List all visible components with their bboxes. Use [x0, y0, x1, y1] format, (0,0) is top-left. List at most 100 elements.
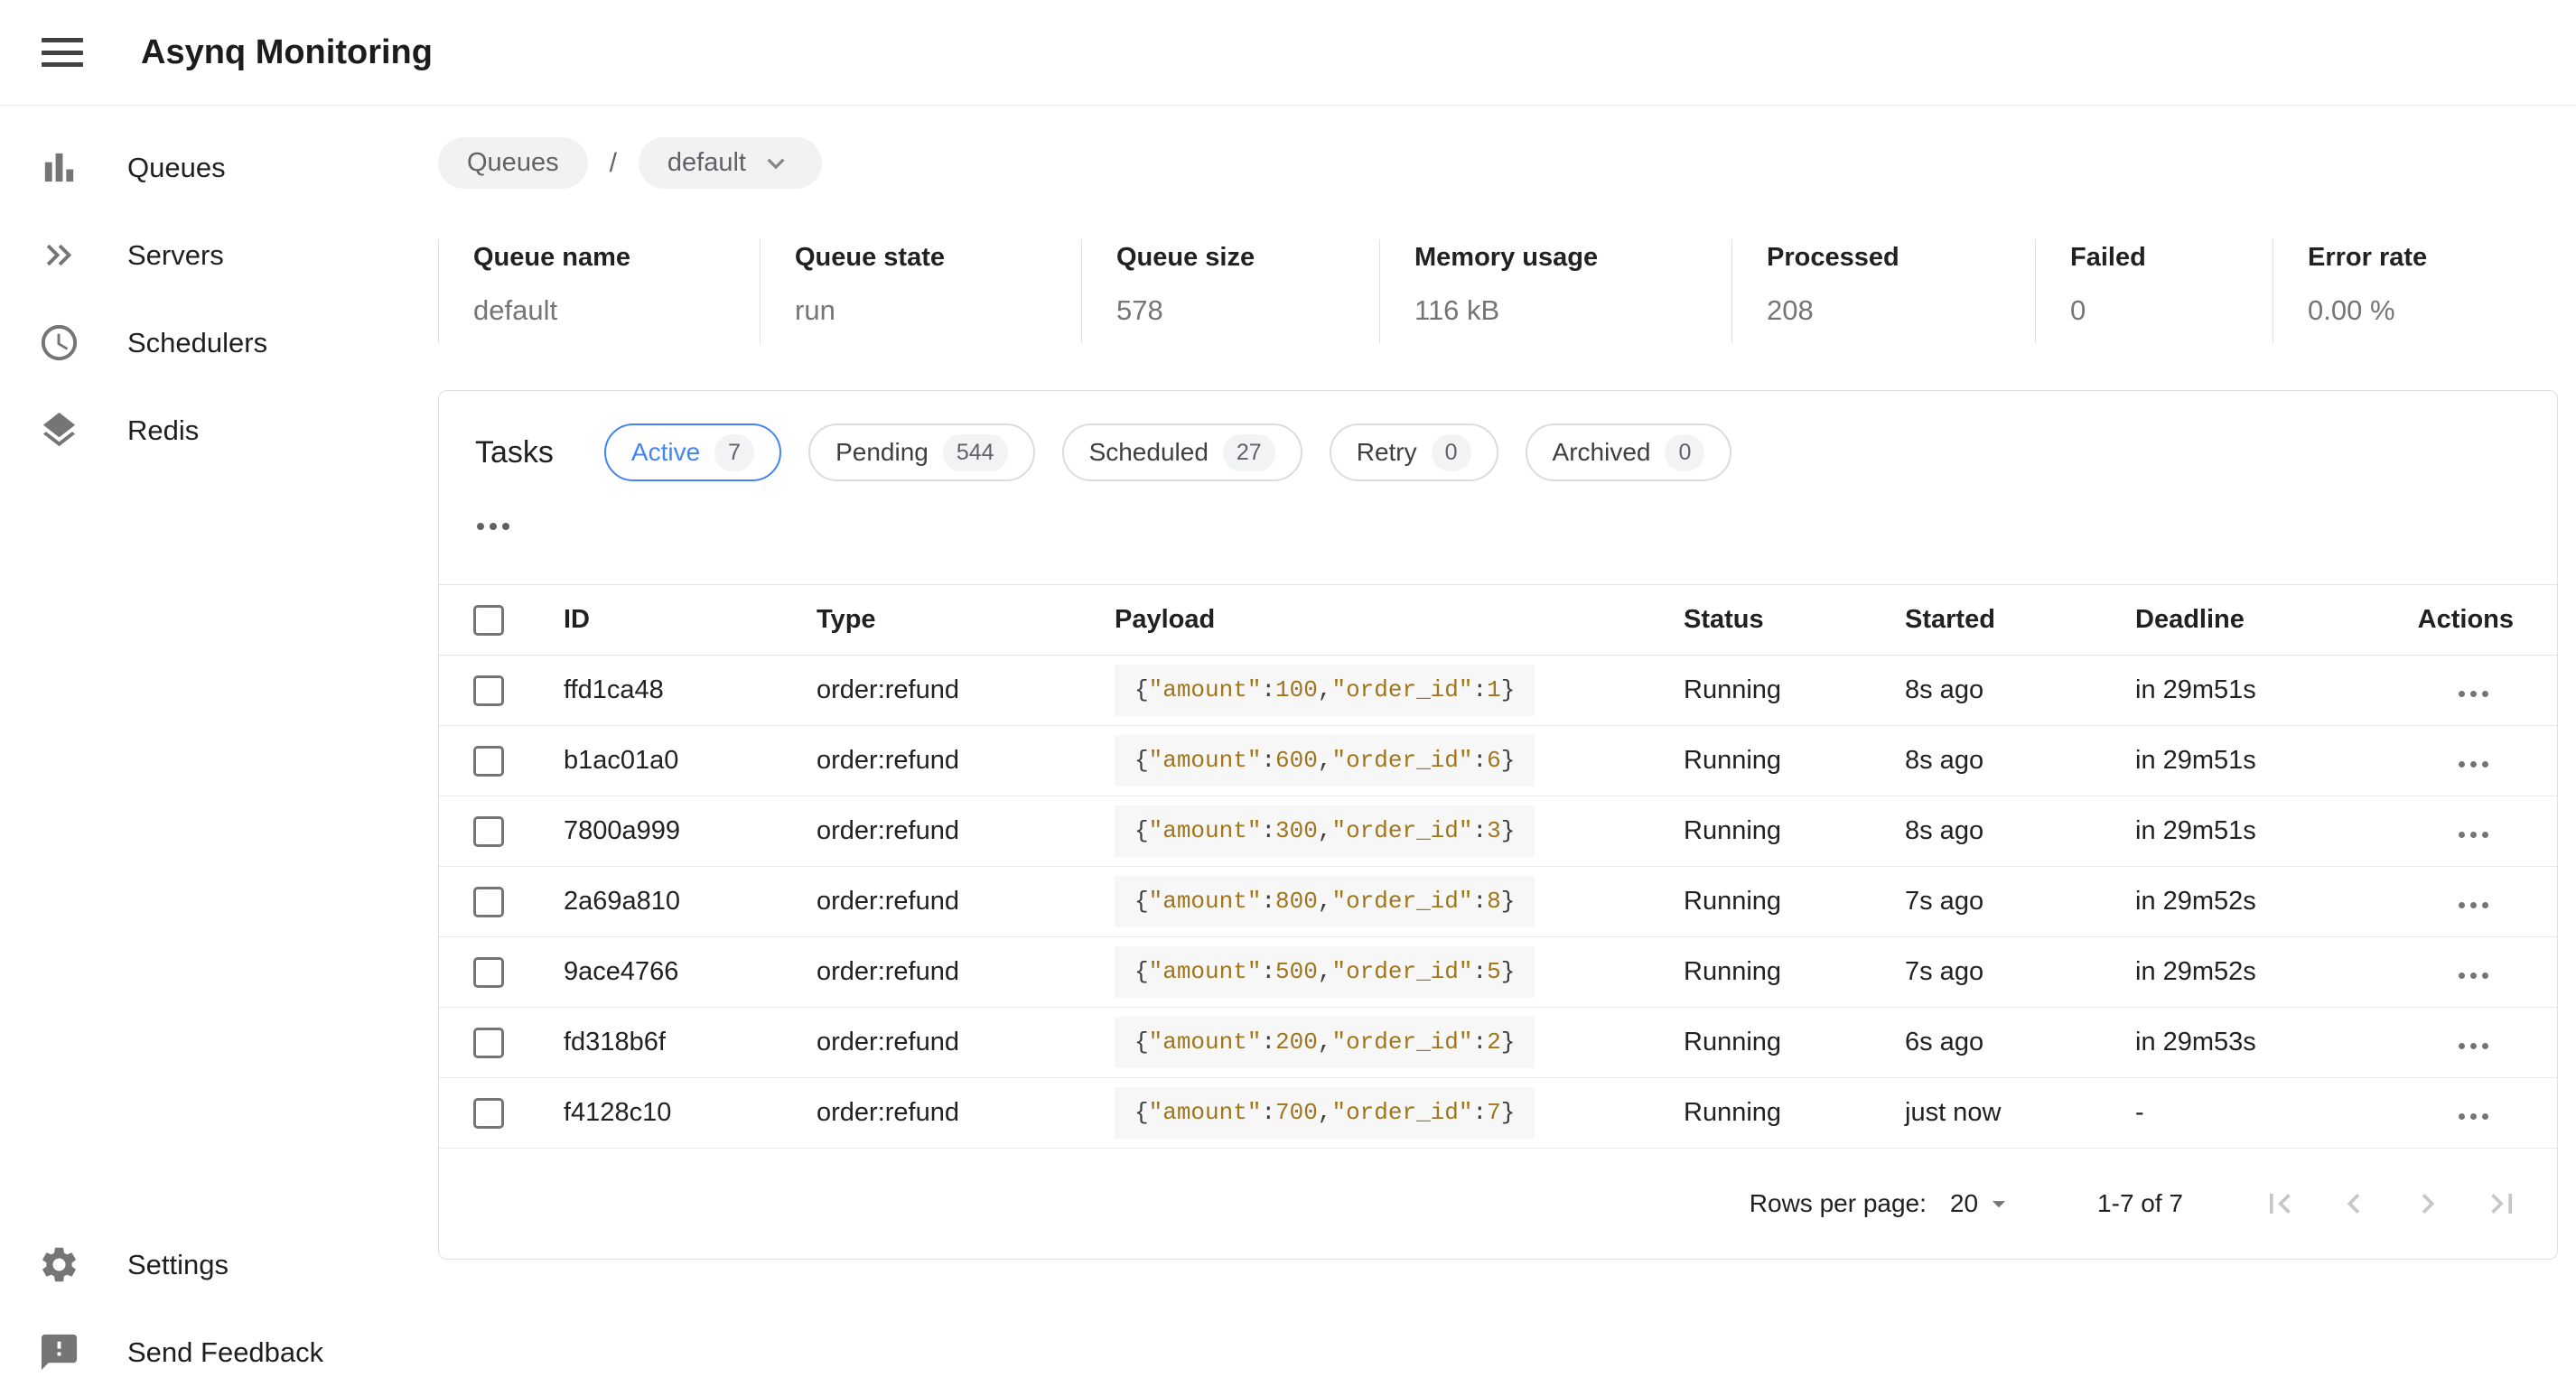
stat-failed: Failed 0	[2035, 239, 2273, 343]
tab-label: Archived	[1553, 438, 1651, 467]
stat-queue-size: Queue size 578	[1081, 239, 1379, 343]
sidebar: Queues Servers Schedulers Redis Settings…	[0, 106, 436, 1389]
row-actions-ellipsis-icon[interactable]	[2455, 1104, 2492, 1129]
row-checkbox[interactable]	[473, 957, 504, 988]
task-id: b1ac01a0	[564, 726, 817, 796]
stat-value: default	[473, 294, 742, 327]
queue-stats-bar: Queue name default Queue state run Queue…	[438, 239, 2559, 343]
tab-retry[interactable]: Retry 0	[1330, 423, 1498, 481]
task-state-tabs: Active 7 Pending 544 Scheduled 27 Retry …	[604, 423, 1731, 481]
rows-per-page-select[interactable]: 20	[1950, 1188, 2014, 1219]
stat-processed: Processed 208	[1731, 239, 2035, 343]
task-payload: {"amount":700,"order_id":7}	[1115, 1087, 1535, 1140]
chevron-down-icon	[759, 146, 793, 181]
tasks-table: ID Type Payload Status Started Deadline …	[439, 584, 2557, 1149]
task-status: Running	[1684, 1078, 1905, 1149]
row-checkbox[interactable]	[473, 1028, 504, 1058]
tab-scheduled[interactable]: Scheduled 27	[1062, 423, 1302, 481]
sidebar-item-servers[interactable]: Servers	[0, 211, 436, 299]
row-actions-ellipsis-icon[interactable]	[2455, 1034, 2492, 1058]
dropdown-arrow-icon	[1983, 1188, 2014, 1219]
tab-archived[interactable]: Archived 0	[1526, 423, 1732, 481]
table-row: fd318b6f order:refund {"amount":200,"ord…	[439, 1008, 2557, 1078]
task-deadline: in 29m53s	[2135, 1008, 2388, 1078]
row-actions-ellipsis-icon[interactable]	[2455, 893, 2492, 917]
sidebar-item-send-feedback[interactable]: Send Feedback	[0, 1308, 436, 1396]
sidebar-item-settings[interactable]: Settings	[0, 1221, 436, 1308]
select-all-checkbox[interactable]	[473, 605, 504, 636]
stat-label: Processed	[1767, 243, 2017, 273]
sidebar-item-label: Redis	[127, 414, 199, 447]
pagination-range: 1-7 of 7	[2097, 1189, 2183, 1218]
row-actions-ellipsis-icon[interactable]	[2455, 752, 2492, 777]
tasks-card: Tasks Active 7 Pending 544 Scheduled 27 …	[438, 390, 2558, 1260]
task-payload: {"amount":500,"order_id":5}	[1115, 946, 1535, 999]
row-actions-ellipsis-icon[interactable]	[2455, 963, 2492, 988]
row-checkbox[interactable]	[473, 675, 504, 706]
breadcrumb-queues-chip[interactable]: Queues	[438, 137, 588, 189]
sidebar-item-queues[interactable]: Queues	[0, 124, 436, 211]
table-row: f4128c10 order:refund {"amount":700,"ord…	[439, 1078, 2557, 1149]
first-page-icon[interactable]	[2243, 1177, 2317, 1231]
task-started: 7s ago	[1905, 937, 2135, 1008]
tab-count-badge: 0	[1665, 434, 1704, 471]
stat-queue-state: Queue state run	[760, 239, 1081, 343]
task-type: order:refund	[817, 1008, 1115, 1078]
table-row: 2a69a810 order:refund {"amount":800,"ord…	[439, 867, 2557, 937]
stat-label: Queue state	[795, 243, 1063, 273]
col-header-id: ID	[564, 585, 817, 656]
sidebar-item-redis[interactable]: Redis	[0, 386, 436, 474]
task-id: 2a69a810	[564, 867, 817, 937]
tasks-title: Tasks	[475, 435, 554, 470]
tab-label: Retry	[1357, 438, 1417, 467]
sidebar-item-schedulers[interactable]: Schedulers	[0, 299, 436, 386]
double-chevron-right-icon	[38, 234, 80, 276]
horizontal-ellipsis-icon[interactable]	[477, 508, 527, 544]
stat-label: Queue name	[473, 243, 742, 273]
tab-active[interactable]: Active 7	[604, 423, 781, 481]
tab-pending[interactable]: Pending 544	[808, 423, 1034, 481]
row-checkbox[interactable]	[473, 816, 504, 847]
task-deadline: in 29m52s	[2135, 937, 2388, 1008]
task-payload: {"amount":800,"order_id":8}	[1115, 876, 1535, 928]
col-header-actions: Actions	[2388, 585, 2557, 656]
task-status: Running	[1684, 867, 1905, 937]
task-id: 7800a999	[564, 796, 817, 867]
row-checkbox[interactable]	[473, 887, 504, 917]
task-payload: {"amount":200,"order_id":2}	[1115, 1017, 1535, 1069]
col-header-type: Type	[817, 585, 1115, 656]
row-actions-ellipsis-icon[interactable]	[2455, 823, 2492, 847]
tab-label: Pending	[835, 438, 929, 467]
table-row: ffd1ca48 order:refund {"amount":100,"ord…	[439, 656, 2557, 726]
chevron-right-icon[interactable]	[2391, 1177, 2465, 1231]
breadcrumb-queue-select[interactable]: default	[639, 137, 822, 189]
task-status: Running	[1684, 1008, 1905, 1078]
task-started: 7s ago	[1905, 867, 2135, 937]
hamburger-menu-icon[interactable]	[42, 38, 83, 67]
chevron-left-icon[interactable]	[2317, 1177, 2391, 1231]
stat-queue-name: Queue name default	[438, 239, 760, 343]
task-started: 6s ago	[1905, 1008, 2135, 1078]
task-deadline: in 29m51s	[2135, 656, 2388, 726]
stat-value: 578	[1116, 294, 1361, 327]
col-header-deadline: Deadline	[2135, 585, 2388, 656]
tab-count-badge: 0	[1432, 434, 1471, 471]
last-page-icon[interactable]	[2465, 1177, 2539, 1231]
task-id: 9ace4766	[564, 937, 817, 1008]
sidebar-item-label: Schedulers	[127, 327, 267, 359]
tab-label: Scheduled	[1089, 438, 1209, 467]
rows-per-page-value: 20	[1950, 1189, 1978, 1218]
task-status: Running	[1684, 796, 1905, 867]
task-type: order:refund	[817, 937, 1115, 1008]
tab-label: Active	[631, 438, 700, 467]
stat-error-rate: Error rate 0.00 %	[2273, 239, 2559, 343]
row-checkbox[interactable]	[473, 1098, 504, 1129]
stat-value: 0.00 %	[2308, 294, 2541, 327]
row-checkbox[interactable]	[473, 746, 504, 777]
col-header-status: Status	[1684, 585, 1905, 656]
bar-chart-icon	[38, 146, 80, 189]
row-actions-ellipsis-icon[interactable]	[2455, 682, 2492, 706]
task-id: fd318b6f	[564, 1008, 817, 1078]
tab-count-badge: 7	[714, 434, 754, 471]
stat-memory-usage: Memory usage 116 kB	[1379, 239, 1731, 343]
